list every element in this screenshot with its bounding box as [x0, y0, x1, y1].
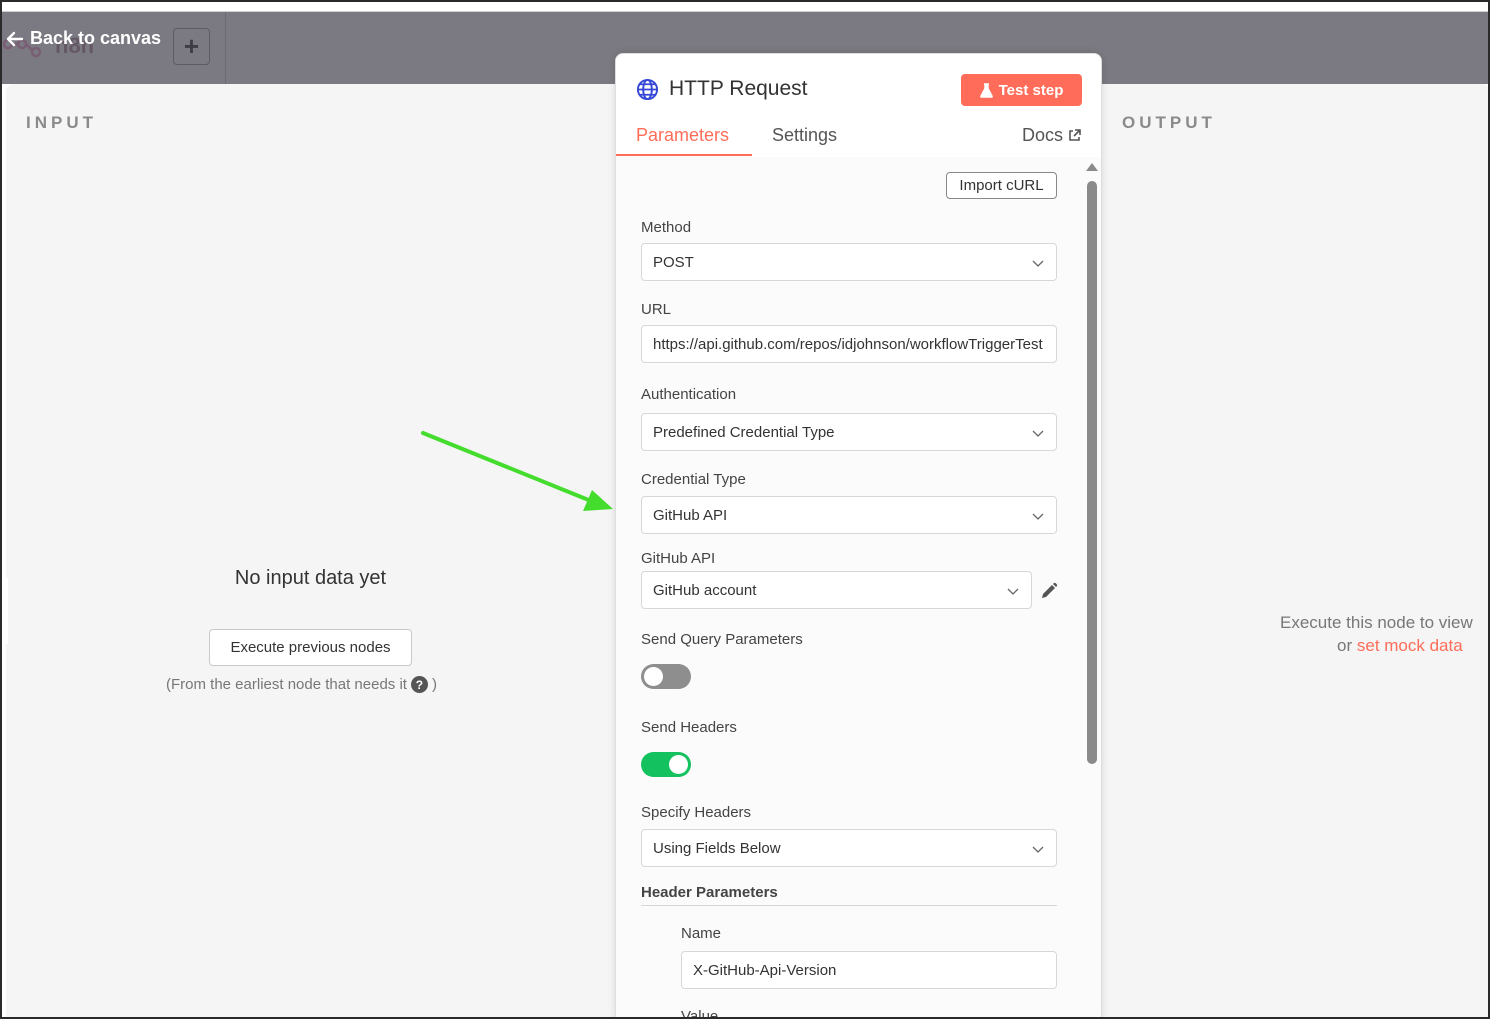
- section-divider: [641, 905, 1057, 906]
- test-step-button[interactable]: Test step: [961, 74, 1082, 106]
- top-bar-divider: [225, 12, 226, 84]
- help-icon[interactable]: ?: [410, 676, 428, 693]
- authentication-select[interactable]: Predefined Credential Type: [641, 413, 1057, 451]
- method-label: Method: [641, 219, 692, 236]
- docs-link[interactable]: Docs: [1022, 125, 1081, 146]
- method-value: POST: [653, 253, 694, 271]
- send-headers-toggle[interactable]: [641, 752, 691, 777]
- external-link-icon: [1069, 129, 1081, 141]
- send-headers-label: Send Headers: [641, 719, 737, 736]
- url-input[interactable]: https://api.github.com/repos/idjohnson/w…: [641, 325, 1057, 363]
- add-node-button[interactable]: +: [173, 28, 210, 65]
- method-select[interactable]: POST: [641, 243, 1057, 281]
- flask-icon: [979, 82, 993, 98]
- credential-type-value: GitHub API: [653, 506, 728, 524]
- authentication-value: Predefined Credential Type: [653, 423, 835, 441]
- credential-type-label: Credential Type: [641, 471, 746, 488]
- execute-previous-nodes-button[interactable]: Execute previous nodes: [209, 629, 412, 666]
- active-tab-indicator: [616, 154, 752, 156]
- header-name-label: Name: [681, 925, 722, 942]
- earliest-node-note-text: (From the earliest node that needs it: [166, 676, 407, 693]
- specify-headers-select[interactable]: Using Fields Below: [641, 829, 1057, 867]
- chevron-down-icon: [1032, 513, 1044, 520]
- input-pane: INPUT: [6, 84, 615, 1019]
- output-pane-title: OUTPUT: [1122, 113, 1216, 132]
- tab-parameters[interactable]: Parameters: [636, 125, 729, 146]
- output-mock-line: or set mock data: [1337, 636, 1463, 656]
- github-credential-select[interactable]: GitHub account: [641, 571, 1032, 609]
- github-credential-value: GitHub account: [653, 581, 757, 599]
- credential-type-select[interactable]: GitHub API: [641, 496, 1057, 534]
- set-mock-data-link[interactable]: set mock data: [1357, 636, 1463, 655]
- send-query-toggle[interactable]: [641, 664, 691, 689]
- chevron-down-icon: [1007, 588, 1019, 595]
- earliest-node-note: (From the earliest node that needs it ? …: [166, 676, 437, 693]
- tab-settings[interactable]: Settings: [772, 125, 837, 146]
- docs-label: Docs: [1021, 125, 1063, 145]
- output-pane: OUTPUT: [1101, 84, 1490, 1019]
- toggle-knob: [644, 667, 663, 686]
- header-parameters-title: Header Parameters: [641, 884, 778, 901]
- scroll-up-arrow[interactable]: [1086, 163, 1098, 171]
- authentication-label: Authentication: [641, 386, 737, 403]
- send-query-label: Send Query Parameters: [641, 631, 803, 648]
- back-to-canvas-button[interactable]: Back to canvas: [6, 28, 161, 49]
- specify-headers-value: Using Fields Below: [653, 839, 781, 857]
- parameters-body: Import cURL Method POST URL https://api.…: [616, 157, 1101, 1019]
- output-or-text: or: [1337, 636, 1353, 655]
- back-to-canvas-label: Back to canvas: [30, 28, 162, 48]
- node-header: HTTP Request Test step Parameters Settin…: [616, 54, 1101, 157]
- import-curl-button[interactable]: Import cURL: [946, 172, 1057, 199]
- test-step-label: Test step: [998, 81, 1064, 99]
- header-value-label: Value: [681, 1008, 719, 1019]
- header-name-value: X-GitHub-Api-Version: [693, 961, 837, 979]
- edit-pencil-icon[interactable]: [1040, 582, 1058, 600]
- url-value: https://api.github.com/repos/idjohnson/w…: [653, 335, 1043, 353]
- node-title: HTTP Request: [669, 77, 808, 100]
- input-pane-title: INPUT: [26, 113, 97, 132]
- globe-icon: [636, 78, 659, 101]
- window-top-strip: [0, 0, 1490, 12]
- url-label: URL: [641, 301, 672, 318]
- github-api-label: GitHub API: [641, 550, 716, 567]
- toggle-knob: [669, 755, 688, 774]
- scrollbar-thumb[interactable]: [1087, 181, 1097, 764]
- specify-headers-label: Specify Headers: [641, 804, 752, 821]
- earliest-node-note-close: ): [431, 676, 437, 693]
- chevron-down-icon: [1032, 430, 1044, 437]
- no-input-message: No input data yet: [234, 567, 387, 589]
- chevron-down-icon: [1032, 846, 1044, 853]
- arrow-left-icon: [6, 31, 24, 46]
- output-message: Execute this node to view: [1280, 613, 1473, 632]
- header-name-input[interactable]: X-GitHub-Api-Version: [681, 951, 1057, 989]
- chevron-down-icon: [1032, 260, 1044, 267]
- node-details-panel: HTTP Request Test step Parameters Settin…: [615, 53, 1102, 1019]
